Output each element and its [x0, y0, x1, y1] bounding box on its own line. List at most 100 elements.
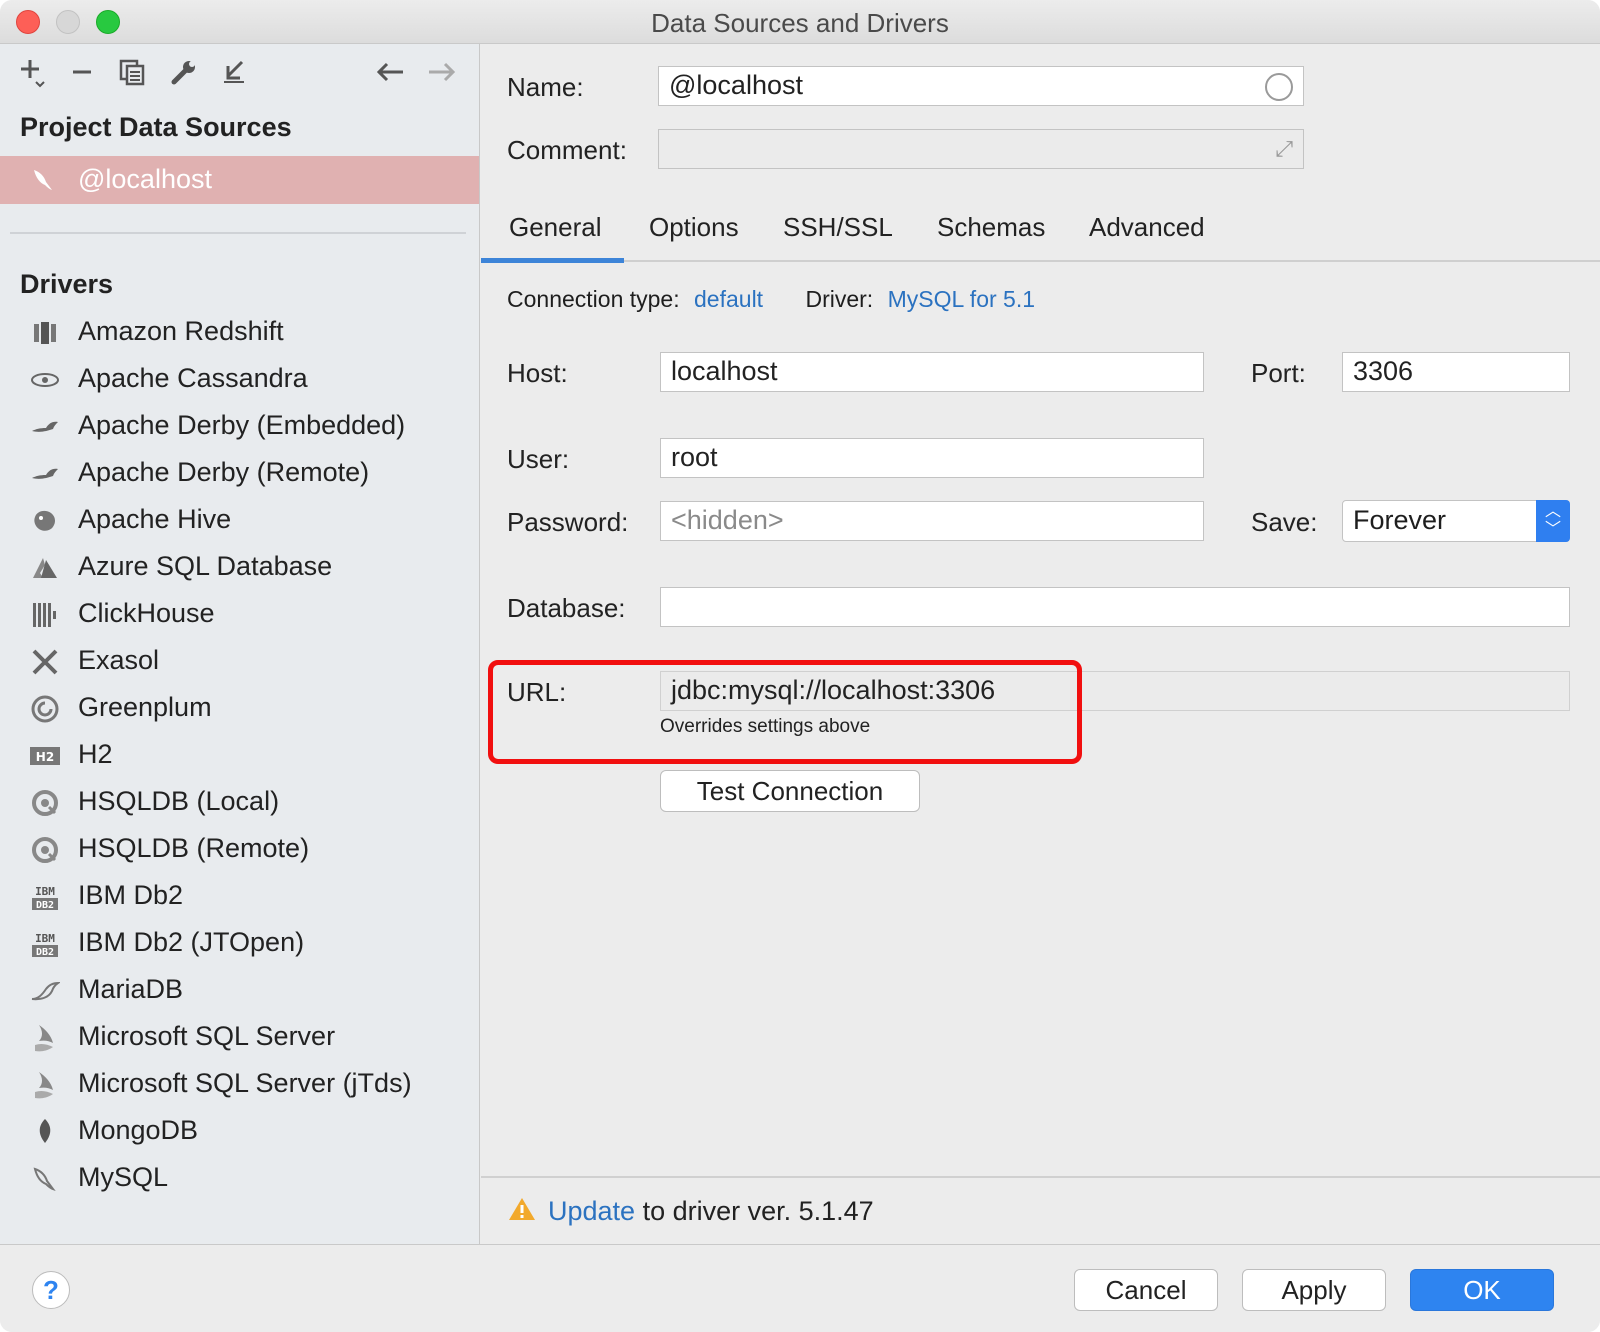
connection-type-link[interactable]: default	[694, 286, 763, 312]
driver-item-mariadb[interactable]: MariaDB	[0, 968, 479, 1015]
driver-item-clickhouse[interactable]: ClickHouse	[0, 592, 479, 639]
title-bar: Data Sources and Drivers	[0, 0, 1600, 44]
name-field[interactable]: @localhost	[658, 66, 1304, 106]
driver-item-hsqldb-remote[interactable]: HSQLDB (Remote)	[0, 827, 479, 874]
mysql-dolphin-icon	[30, 166, 58, 194]
select-chevrons-icon: ︿ ﹀	[1536, 500, 1570, 542]
mysql-icon	[30, 1164, 60, 1194]
drivers-list: Amazon Redshift Apache Cassandra Apache …	[0, 310, 479, 1203]
hive-icon	[30, 506, 60, 536]
comment-label: Comment:	[507, 135, 627, 165]
user-field[interactable]: root	[660, 438, 1204, 478]
driver-item-apache-derby-remote[interactable]: Apache Derby (Remote)	[0, 451, 479, 498]
redshift-icon	[30, 318, 60, 348]
driver-item-ibm-db2[interactable]: IBM DB2 IBM Db2	[0, 874, 479, 921]
drivers-heading: Drivers	[20, 269, 114, 299]
hsqldb-icon	[30, 835, 60, 865]
driver-link[interactable]: MySQL for 5.1	[888, 286, 1035, 312]
port-field[interactable]: 3306	[1342, 352, 1570, 392]
driver-item-apache-derby-embedded[interactable]: Apache Derby (Embedded)	[0, 404, 479, 451]
cassandra-icon	[30, 365, 60, 395]
driver-item-h2[interactable]: H2 H2	[0, 733, 479, 780]
data-source-item-localhost[interactable]: @localhost	[0, 156, 479, 204]
h2-icon: H2	[30, 741, 60, 771]
password-label: Password:	[507, 507, 629, 537]
connection-type-label: Connection type:	[507, 286, 680, 312]
exasol-icon	[30, 647, 60, 677]
sqlserver-icon	[30, 1023, 60, 1053]
forward-arrow-icon[interactable]	[424, 54, 460, 90]
duplicate-icon[interactable]	[114, 54, 150, 90]
host-field[interactable]: localhost	[660, 352, 1204, 392]
name-label: Name:	[507, 72, 584, 102]
update-driver-text: to driver ver. 5.1.47	[635, 1196, 874, 1226]
save-select[interactable]: Forever ︿ ﹀	[1342, 500, 1570, 542]
test-connection-button[interactable]: Test Connection	[660, 770, 920, 812]
svg-text:DB2: DB2	[36, 947, 54, 958]
tab-general[interactable]: General	[509, 212, 602, 243]
svg-text:H2: H2	[36, 750, 54, 764]
derby-icon	[30, 412, 60, 442]
help-button[interactable]: ?	[32, 1271, 70, 1309]
connection-info-row: Connection type: default Driver: MySQL f…	[507, 286, 1035, 313]
driver-item-hsqldb-local[interactable]: HSQLDB (Local)	[0, 780, 479, 827]
driver-item-microsoft-sql-server[interactable]: Microsoft SQL Server	[0, 1015, 479, 1062]
driver-item-ibm-db2-jtopen[interactable]: IBM DB2 IBM Db2 (JTOpen)	[0, 921, 479, 968]
tab-ssh-ssl[interactable]: SSH/SSL	[783, 212, 893, 243]
add-icon[interactable]	[14, 54, 50, 90]
svg-text:IBM: IBM	[35, 885, 55, 898]
left-divider	[10, 232, 466, 234]
port-label: Port:	[1251, 358, 1306, 388]
window-title: Data Sources and Drivers	[651, 8, 949, 38]
warning-icon	[509, 1198, 535, 1220]
database-field[interactable]	[660, 587, 1570, 627]
svg-text:DB2: DB2	[36, 900, 54, 911]
driver-item-apache-cassandra[interactable]: Apache Cassandra	[0, 357, 479, 404]
cancel-button[interactable]: Cancel	[1074, 1269, 1218, 1311]
driver-label: Driver:	[805, 286, 874, 312]
tab-advanced[interactable]: Advanced	[1089, 212, 1205, 243]
password-placeholder: <hidden>	[671, 505, 784, 535]
driver-item-amazon-redshift[interactable]: Amazon Redshift	[0, 310, 479, 357]
remove-icon[interactable]	[64, 54, 100, 90]
driver-item-exasol[interactable]: Exasol	[0, 639, 479, 686]
svg-text:IBM: IBM	[35, 932, 55, 945]
azure-icon	[30, 553, 60, 583]
left-toolbar	[0, 44, 479, 100]
right-panel: Name: @localhost Comment: ⤢ General Opti…	[481, 44, 1600, 1244]
user-label: User:	[507, 444, 570, 474]
driver-item-mongodb[interactable]: MongoDB	[0, 1109, 479, 1156]
dialog-window: Data Sources and Drivers Project Data So…	[0, 0, 1600, 1332]
sqlserver-icon	[30, 1070, 60, 1100]
project-data-sources-heading: Project Data Sources	[20, 112, 292, 142]
tab-bar: General Options SSH/SSL Schemas Advanced	[481, 204, 1600, 263]
dialog-footer: ? Cancel Apply OK	[0, 1244, 1600, 1332]
update-driver-link[interactable]: Update	[548, 1196, 635, 1226]
left-panel: Project Data Sources @localhost Drivers …	[0, 44, 480, 1244]
wrench-icon[interactable]	[166, 54, 202, 90]
import-icon[interactable]	[216, 54, 252, 90]
driver-item-apache-hive[interactable]: Apache Hive	[0, 498, 479, 545]
apply-button[interactable]: Apply	[1242, 1269, 1386, 1311]
back-arrow-icon[interactable]	[372, 54, 408, 90]
db2-icon: IBM DB2	[30, 882, 60, 912]
database-label: Database:	[507, 593, 626, 623]
comment-field[interactable]: ⤢	[658, 129, 1304, 169]
tab-schemas[interactable]: Schemas	[937, 212, 1045, 243]
tab-options[interactable]: Options	[649, 212, 739, 243]
ok-button[interactable]: OK	[1410, 1269, 1554, 1311]
warning-divider	[481, 1176, 1600, 1178]
db2-icon: IBM DB2	[30, 929, 60, 959]
derby-icon	[30, 459, 60, 489]
greenplum-icon	[30, 694, 60, 724]
expand-icon[interactable]: ⤢	[1275, 136, 1293, 162]
color-circle-icon[interactable]	[1265, 73, 1293, 101]
url-highlight-annotation	[488, 660, 1082, 764]
driver-item-mysql[interactable]: MySQL	[0, 1156, 479, 1203]
driver-item-azure-sql-database[interactable]: Azure SQL Database	[0, 545, 479, 592]
active-tab-indicator	[481, 258, 624, 263]
driver-item-microsoft-sql-server-jtds[interactable]: Microsoft SQL Server (jTds)	[0, 1062, 479, 1109]
mariadb-icon	[30, 976, 60, 1006]
driver-item-greenplum[interactable]: Greenplum	[0, 686, 479, 733]
password-field[interactable]: <hidden>	[660, 501, 1204, 541]
